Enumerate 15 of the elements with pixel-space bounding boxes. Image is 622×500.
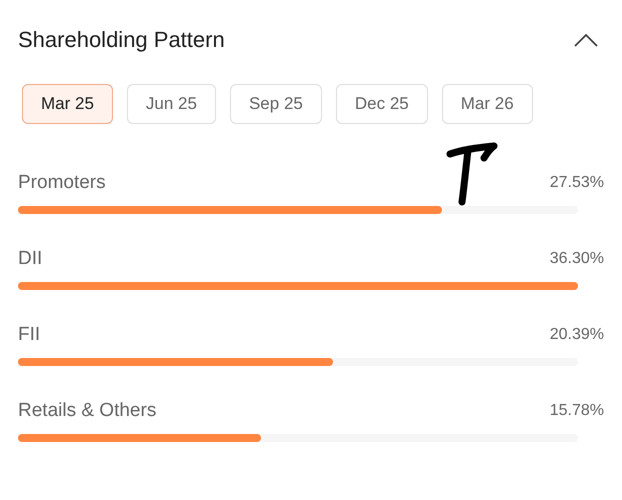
holding-percent: 20.39% <box>550 326 604 344</box>
holder-name: FII <box>18 324 40 346</box>
period-tab[interactable]: Mar 26 <box>442 84 533 124</box>
holding-percent: 27.53% <box>550 174 604 192</box>
period-tab[interactable]: Sep 25 <box>230 84 322 124</box>
holder-name: Promoters <box>18 172 106 194</box>
period-tab[interactable]: Mar 25 <box>22 84 113 124</box>
period-tab[interactable]: Dec 25 <box>336 84 428 124</box>
holder-name: DII <box>18 248 42 270</box>
holder-name: Retails & Others <box>18 400 156 422</box>
chevron-icon <box>574 33 598 47</box>
period-tab[interactable]: Jun 25 <box>126 84 216 124</box>
holding-percent: 15.78% <box>550 402 604 420</box>
holding-percent: 36.30% <box>550 250 604 268</box>
section-title: Shareholding Pattern <box>18 27 225 53</box>
